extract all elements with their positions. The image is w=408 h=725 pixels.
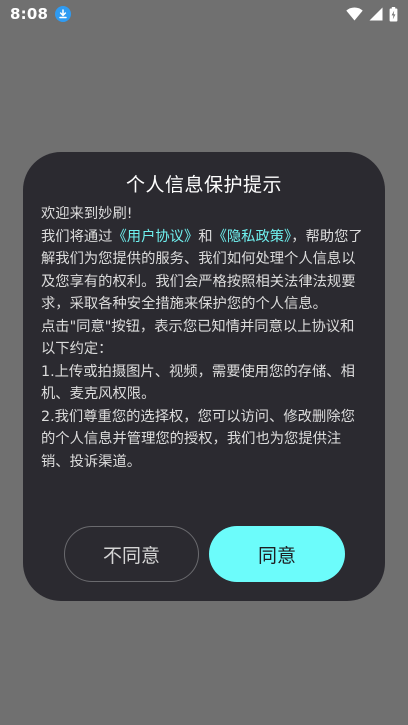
disagree-button[interactable]: 不同意	[64, 526, 199, 582]
agree-button[interactable]: 同意	[209, 526, 345, 582]
dialog-body: 欢迎来到妙刷! 我们将通过《用户协议》和《隐私政策》，帮助您了解我们为您提供的服…	[41, 203, 367, 473]
status-right	[346, 6, 398, 22]
cellular-signal-icon	[369, 7, 383, 21]
consent-paragraph: 点击"同意"按钮，表示您已知情并同意以上协议和以下约定：	[41, 318, 355, 358]
intro-paragraph: 我们将通过《用户协议》和《隐私政策》，帮助您了解我们为您提供的服务、我们如何处理…	[41, 226, 367, 316]
status-left: 8:08	[10, 5, 72, 23]
privacy-policy-link[interactable]: 《隐私政策》	[213, 229, 292, 245]
dialog-title: 个人信息保护提示	[125, 174, 282, 196]
user-agreement-link[interactable]: 《用户协议》	[112, 229, 198, 245]
battery-charging-icon	[389, 6, 398, 21]
download-icon	[55, 6, 72, 22]
welcome-text: 欢迎来到妙刷!	[41, 206, 133, 222]
and-text: 和	[198, 228, 213, 245]
permission-item-2: 2.我们尊重您的选择权，您可以访问、修改删除您的个人信息并管理您的授权，我们也为…	[41, 408, 355, 470]
intro-prefix: 我们将通过	[41, 228, 113, 245]
status-time: 8:08	[10, 5, 49, 23]
status-bar: 8:08	[0, 0, 408, 28]
privacy-dialog: 个人信息保护提示 欢迎来到妙刷! 我们将通过《用户协议》和《隐私政策》，帮助您了…	[23, 152, 385, 601]
wifi-icon	[346, 7, 363, 21]
permission-item-1: 1.上传或拍摄图片、视频，需要使用您的存储、相机、麦克风权限。	[41, 363, 355, 403]
